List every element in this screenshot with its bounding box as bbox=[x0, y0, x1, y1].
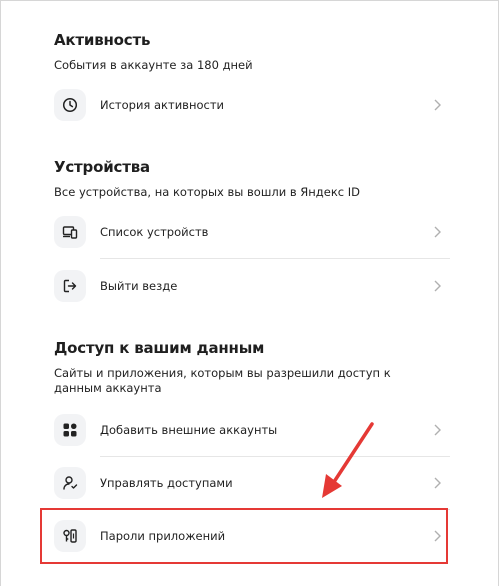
data-access-title: Доступ к вашим данным bbox=[54, 339, 265, 357]
chevron-right-icon bbox=[434, 477, 441, 489]
external-accounts-icon bbox=[54, 414, 86, 446]
devices-section: Устройства Все устройства, на которых вы… bbox=[54, 158, 454, 200]
divider bbox=[100, 258, 450, 259]
highlight-box bbox=[40, 508, 448, 564]
clock-icon bbox=[54, 89, 86, 121]
logout-icon bbox=[54, 270, 86, 302]
devices-list-item[interactable]: Список устройств bbox=[54, 210, 450, 254]
user-access-icon bbox=[54, 467, 86, 499]
data-access-subtitle: Сайты и приложения, которым вы разрешили… bbox=[54, 366, 391, 395]
logout-everywhere-label: Выйти везде bbox=[100, 279, 178, 293]
activity-title: Активность bbox=[54, 31, 151, 49]
chevron-right-icon bbox=[434, 280, 441, 292]
manage-access-item[interactable]: Управлять доступами bbox=[54, 461, 450, 505]
activity-subtitle: События в аккаунте за 180 дней bbox=[54, 58, 253, 72]
chevron-right-icon bbox=[434, 424, 441, 436]
activity-section: Активность События в аккаунте за 180 дне… bbox=[54, 31, 454, 73]
activity-history-label: История активности bbox=[100, 98, 225, 112]
chevron-right-icon bbox=[434, 99, 441, 111]
divider bbox=[100, 456, 450, 457]
logout-everywhere-item[interactable]: Выйти везде bbox=[54, 264, 450, 308]
data-access-section: Доступ к вашим данным Сайты и приложения… bbox=[54, 339, 454, 396]
devices-icon bbox=[54, 216, 86, 248]
devices-list-label: Список устройств bbox=[100, 225, 209, 239]
add-external-accounts-item[interactable]: Добавить внешние аккаунты bbox=[54, 408, 450, 452]
chevron-right-icon bbox=[434, 226, 441, 238]
activity-history-item[interactable]: История активности bbox=[54, 83, 450, 127]
devices-title: Устройства bbox=[54, 158, 150, 176]
devices-subtitle: Все устройства, на которых вы вошли в Ян… bbox=[54, 185, 360, 199]
annotation-arrow-icon bbox=[322, 422, 374, 498]
